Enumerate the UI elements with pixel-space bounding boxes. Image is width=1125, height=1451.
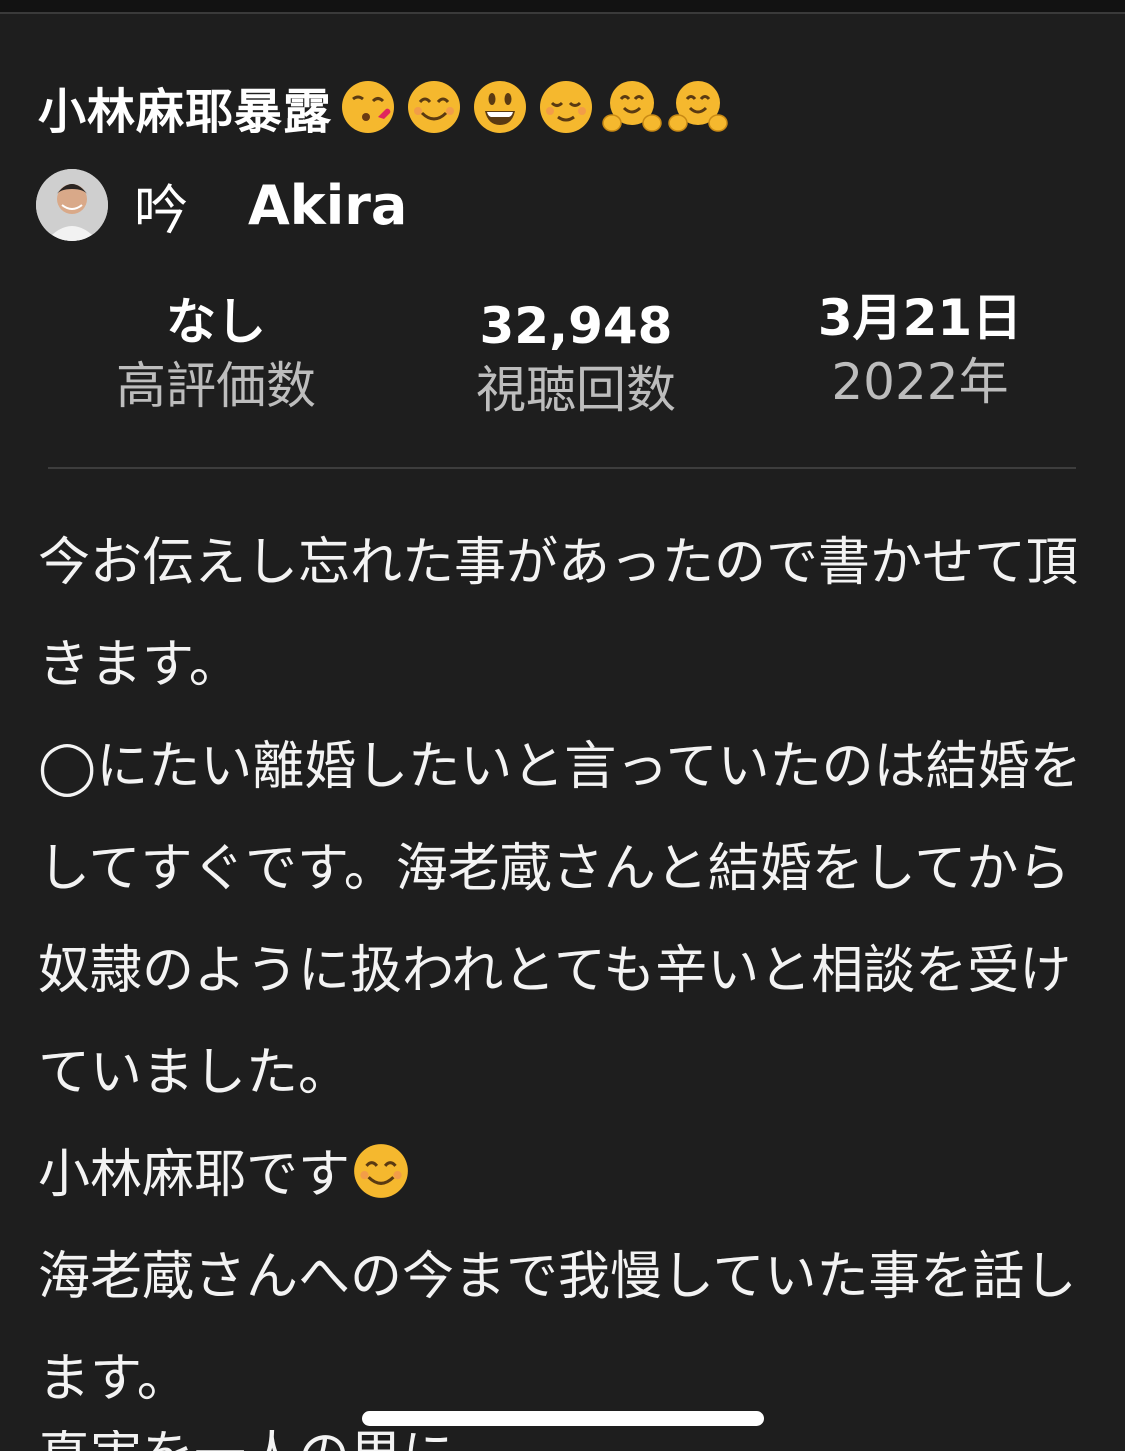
likes-value: なし <box>166 293 266 351</box>
description-paragraph-with-emoji: 小林麻耶です <box>38 1124 1088 1226</box>
top-bar-edge <box>0 0 1125 14</box>
post-title-row: 小林麻耶暴露 <box>38 72 728 142</box>
description-cut-text: 真実を一人の男に... <box>38 1430 1088 1451</box>
hugging-face-emoji-icon <box>602 77 662 137</box>
author-name-latin: Akira <box>248 173 408 237</box>
views-value: 32,948 <box>479 297 673 355</box>
smiling-face-emoji-icon <box>350 1134 412 1198</box>
kissing-heart-emoji-icon <box>338 77 398 137</box>
views-label: 視聴回数 <box>476 361 676 419</box>
post-screen: 小林麻耶暴露 吟 Akira なし 高評価数 32,948 視聴回数 3月21日… <box>0 0 1125 1451</box>
divider <box>48 467 1076 469</box>
smiling-face-emoji-icon <box>404 77 464 137</box>
relieved-face-emoji-icon <box>536 77 596 137</box>
author-name[interactable]: 吟 Akira <box>134 166 407 245</box>
description-paragraph: 海老蔵さんへの今まで我慢していた事を話します。 <box>38 1247 1077 1409</box>
description-text: 小林麻耶です <box>38 1145 351 1205</box>
grinning-face-emoji-icon <box>470 77 530 137</box>
views-stat: 32,948 視聴回数 <box>416 290 736 422</box>
author-row[interactable]: 吟 Akira <box>36 168 407 242</box>
description-cut-off-line: 真実を一人の男に... <box>38 1430 1088 1451</box>
date-value: 3月21日 <box>817 289 1023 347</box>
date-stat: 3月21日 2022年 <box>760 289 1080 414</box>
likes-stat: なし 高評価数 <box>56 290 376 418</box>
description-paragraph: 今お伝えし忘れた事があったので書かせて頂きます。 <box>38 533 1079 695</box>
date-year: 2022年 <box>831 353 1009 411</box>
home-indicator[interactable] <box>362 1411 764 1426</box>
stats-row: なし 高評価数 32,948 視聴回数 3月21日 2022年 <box>0 289 1125 430</box>
likes-label: 高評価数 <box>116 357 316 415</box>
author-name-kanji: 吟 <box>134 178 188 242</box>
description-paragraph: ◯にたい離婚したいと言っていたのは結婚をしてすぐです。海老蔵さんと結婚をしてから… <box>38 737 1082 1103</box>
avatar[interactable] <box>36 169 108 241</box>
post-description: 今お伝えし忘れた事があったので書かせて頂きます。 ◯にたい離婚したいと言っていた… <box>38 512 1088 1430</box>
post-title: 小林麻耶暴露 <box>38 84 333 140</box>
hugging-face-emoji-icon <box>668 77 728 137</box>
